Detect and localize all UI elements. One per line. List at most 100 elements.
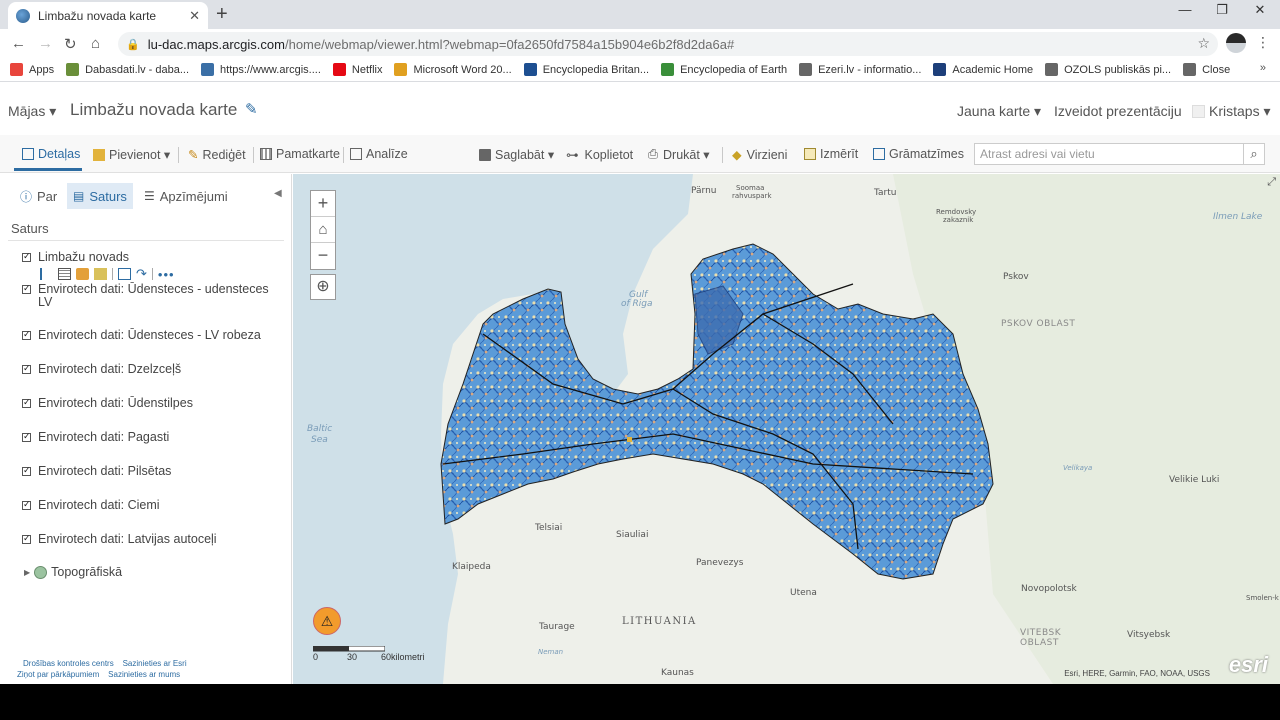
- url-field[interactable]: 🔒 lu-dac.maps.arcgis.com/home/webmap/vie…: [118, 32, 1218, 56]
- bookmark-item[interactable]: Encyclopedia of Earth: [661, 63, 787, 76]
- content-heading: Saturs: [11, 221, 49, 236]
- layer-label: Envirotech dati: Ūdensteces - LV robeza: [38, 328, 261, 342]
- directions-button[interactable]: ◆ Virzieni: [732, 147, 787, 163]
- layer-item[interactable]: Envirotech dati: Pagasti: [22, 430, 272, 444]
- share-link-icon: ⊶: [566, 148, 579, 162]
- esri-logo[interactable]: esri: [1229, 652, 1268, 678]
- locate-icon[interactable]: ⊕: [310, 274, 336, 300]
- bookmarks-button[interactable]: Grāmatzīmes: [873, 147, 964, 161]
- bookmarks-overflow-icon[interactable]: »: [1260, 62, 1266, 74]
- layer-checkbox[interactable]: [22, 498, 31, 511]
- window-close-button[interactable]: ✕: [1245, 2, 1275, 18]
- refresh-icon[interactable]: ↷: [136, 266, 147, 282]
- contact-us-link[interactable]: Sazinieties ar mums: [108, 670, 180, 679]
- tab-close-icon[interactable]: ✕: [189, 8, 200, 24]
- bookmark-label: OZOLS publiskās pi...: [1064, 63, 1172, 76]
- bookmark-item[interactable]: Dabasdati.lv - daba...: [66, 63, 189, 76]
- bookmark-item[interactable]: OZOLS publiskās pi...: [1045, 63, 1171, 76]
- profile-avatar[interactable]: [1226, 33, 1246, 53]
- bookmarks-bar: Apps Dabasdati.lv - daba... https://www.ar…: [0, 58, 1280, 82]
- bookmark-label: Encyclopedia Britan...: [542, 63, 650, 76]
- maximize-button[interactable]: ❐: [1207, 2, 1237, 18]
- security-link[interactable]: Drošības kontroles centrs: [23, 659, 114, 668]
- layer-checkbox[interactable]: [22, 250, 31, 263]
- search-input[interactable]: Atrast adresi vai vietu: [974, 143, 1244, 165]
- search-icon[interactable]: ⌕: [1243, 143, 1265, 165]
- back-arrow-icon[interactable]: ←: [11, 35, 26, 52]
- details-label: Detaļas: [38, 147, 81, 161]
- more-options-icon[interactable]: •••: [158, 267, 175, 282]
- layer-checkbox[interactable]: [22, 430, 31, 443]
- basemap-layer[interactable]: ▶ Topogrāfiskā: [24, 565, 122, 579]
- layer-item[interactable]: Envirotech dati: Ūdensteces - udensteces…: [22, 282, 272, 309]
- change-style-icon[interactable]: [76, 268, 89, 280]
- edit-pencil-icon[interactable]: ✎: [245, 100, 258, 118]
- tab-legend[interactable]: ☰ Apzīmējumi: [138, 183, 234, 209]
- layer-checkbox[interactable]: [22, 362, 31, 375]
- home-icon[interactable]: ⌂: [91, 35, 100, 52]
- expand-icon[interactable]: ⤢: [1267, 176, 1276, 189]
- layer-item[interactable]: Envirotech dati: Pilsētas: [22, 464, 272, 478]
- bookmark-item[interactable]: Academic Home: [933, 63, 1033, 76]
- share-button[interactable]: ⊶ Koplietot: [566, 147, 633, 163]
- bookmark-item[interactable]: Microsoft Word 20...: [394, 63, 512, 76]
- default-extent-home-icon[interactable]: ⌂: [311, 217, 335, 243]
- collapse-panel-icon[interactable]: ◀: [274, 188, 282, 199]
- tab-content[interactable]: ▤ Saturs: [67, 183, 133, 209]
- browser-tab[interactable]: Limbažu novada karte ✕: [8, 2, 208, 29]
- layer-item[interactable]: Limbažu novads: [22, 250, 272, 264]
- bookmark-label: Close: [1202, 63, 1231, 76]
- layer-checkbox[interactable]: [22, 532, 31, 545]
- filter-icon[interactable]: [118, 268, 131, 280]
- label-vitsyebsk: Vitsyebsk: [1127, 630, 1171, 640]
- bookmark-item[interactable]: Encyclopedia Britan...: [523, 63, 650, 76]
- edit-icon: ✎: [188, 148, 199, 162]
- layer-item[interactable]: Envirotech dati: Ūdenstilpes: [22, 396, 272, 410]
- map-view[interactable]: Pärnu Soomaa rahvuspark Tartu Remdovsky …: [293, 174, 1280, 684]
- layer-item[interactable]: Envirotech dati: Ūdensteces - LV robeza: [22, 328, 272, 342]
- layer-details-icon[interactable]: [40, 268, 53, 280]
- save-button[interactable]: Saglabāt ▾: [479, 147, 554, 162]
- table-icon[interactable]: [58, 268, 71, 280]
- print-button[interactable]: ⎙ Drukāt ▾: [648, 147, 710, 162]
- bookmark-item[interactable]: Close: [1183, 63, 1230, 76]
- browser-menu-icon[interactable]: ⋮: [1256, 34, 1270, 51]
- contact-esri-link[interactable]: Sazinieties ar Esri: [123, 659, 187, 668]
- layer-checkbox[interactable]: [22, 282, 31, 295]
- report-abuse-link[interactable]: Ziņot par pārkāpumiem: [17, 670, 99, 679]
- layer-item[interactable]: Envirotech dati: Ciemi: [22, 498, 272, 512]
- minimize-button[interactable]: —: [1170, 2, 1200, 17]
- configure-popup-icon[interactable]: [94, 268, 107, 280]
- edit-button[interactable]: ✎ Rediģēt: [188, 147, 246, 163]
- create-presentation-link[interactable]: Izveidot prezentāciju: [1054, 103, 1182, 119]
- layer-item[interactable]: Envirotech dati: Latvijas autoceļi: [22, 532, 272, 546]
- bookmark-item[interactable]: Apps: [10, 63, 54, 76]
- save-label: Saglabāt ▾: [495, 148, 555, 162]
- bookmark-item[interactable]: Ezeri.lv - informatio...: [799, 63, 921, 76]
- map-attribution[interactable]: Esri, HERE, Garmin, FAO, NOAA, USGS: [1064, 669, 1210, 678]
- analysis-button[interactable]: Analīze: [350, 147, 408, 161]
- reload-icon[interactable]: ↻: [64, 35, 77, 53]
- layer-checkbox[interactable]: [22, 396, 31, 409]
- bookmark-item[interactable]: Netflix: [332, 63, 382, 76]
- new-tab-button[interactable]: +: [216, 4, 228, 24]
- details-button[interactable]: Detaļas: [22, 147, 80, 161]
- layer-label: Envirotech dati: Pilsētas: [38, 464, 172, 478]
- bookmark-star-icon[interactable]: ☆: [1197, 35, 1210, 52]
- layer-item[interactable]: Envirotech dati: Dzelzceļš: [22, 362, 272, 376]
- zoom-in-button[interactable]: +: [311, 191, 335, 217]
- tab-about[interactable]: ⓘ Par: [14, 183, 63, 209]
- bookmark-item[interactable]: https://www.arcgis....: [201, 63, 321, 76]
- forward-arrow-icon[interactable]: →: [38, 35, 53, 52]
- layer-checkbox[interactable]: [22, 328, 31, 341]
- expand-caret-icon[interactable]: ▶: [24, 568, 30, 577]
- warning-icon[interactable]: ⚠: [313, 607, 341, 635]
- new-map-menu[interactable]: Jauna karte ▾: [957, 103, 1041, 120]
- user-menu[interactable]: Kristaps ▾: [1192, 103, 1271, 120]
- layer-checkbox[interactable]: [22, 464, 31, 477]
- add-button[interactable]: Pievienot ▾: [93, 147, 170, 162]
- basemap-button[interactable]: Pamatkarte: [260, 147, 340, 161]
- measure-button[interactable]: Izmērīt: [804, 147, 858, 161]
- zoom-out-button[interactable]: −: [311, 243, 335, 269]
- home-menu[interactable]: Mājas ▾: [8, 103, 56, 120]
